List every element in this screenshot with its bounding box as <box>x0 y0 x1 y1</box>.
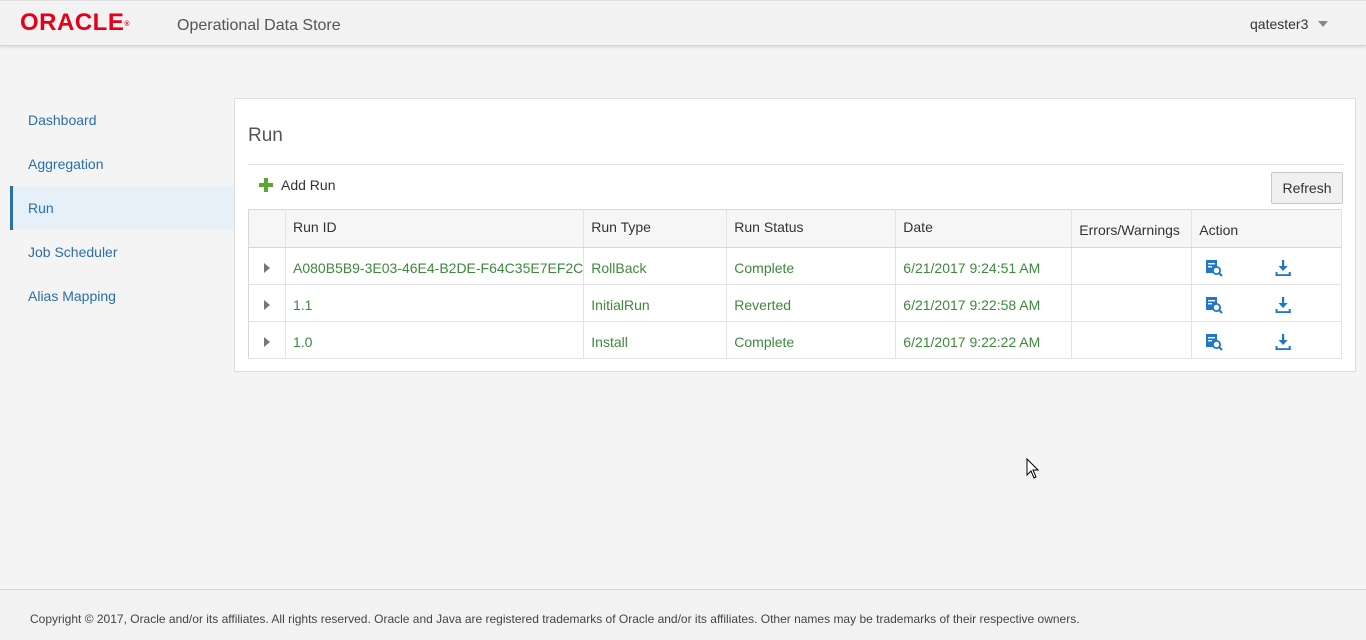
row-expander-cell <box>248 321 286 359</box>
runs-table: Run ID Run Type Run Status Date Errors/W… <box>248 209 1342 359</box>
date-cell: 6/21/2017 9:24:51 AM <box>895 247 1073 285</box>
errors-cell <box>1071 284 1193 322</box>
action-cell <box>1191 284 1342 322</box>
user-menu[interactable]: qatester3 <box>1250 16 1329 32</box>
run-status-cell: Reverted <box>726 284 897 322</box>
sidebar-item-job-scheduler[interactable]: Job Scheduler <box>10 230 234 274</box>
view-details-icon[interactable] <box>1205 333 1223 351</box>
chevron-down-icon <box>1318 21 1329 27</box>
title-divider <box>248 164 1344 165</box>
sidebar-nav: Dashboard Aggregation Run Job Scheduler … <box>10 98 234 318</box>
add-run-label: Add Run <box>281 177 336 193</box>
errors-cell <box>1071 321 1193 359</box>
sidebar-item-aggregation[interactable]: Aggregation <box>10 142 234 186</box>
row-expander-cell <box>248 284 286 322</box>
expand-arrow-icon[interactable] <box>264 299 270 310</box>
date-cell: 6/21/2017 9:22:22 AM <box>895 321 1073 359</box>
refresh-button[interactable]: Refresh <box>1271 172 1343 204</box>
app-header: ORACLE® Operational Data Store qatester3 <box>0 0 1366 46</box>
mouse-cursor-icon <box>1026 458 1040 479</box>
page-footer: Copyright © 2017, Oracle and/or its affi… <box>0 589 1366 640</box>
column-header-run-id[interactable]: Run ID <box>285 209 585 248</box>
run-type-cell: RollBack <box>583 247 728 285</box>
sidebar-item-run[interactable]: Run <box>10 186 234 230</box>
date-cell: 6/21/2017 9:22:58 AM <box>895 284 1073 322</box>
run-status-cell: Complete <box>726 321 897 359</box>
column-header-errors-warnings[interactable]: Errors/Warnings <box>1071 209 1193 248</box>
view-details-icon[interactable] <box>1205 296 1223 314</box>
expand-column-header <box>248 209 286 248</box>
table-row: A080B5B9-3E03-46E4-B2DE-F64C35E7EF2C Rol… <box>248 247 1342 285</box>
column-header-date[interactable]: Date <box>895 209 1073 248</box>
expand-arrow-icon[interactable] <box>264 336 270 347</box>
run-type-cell: Install <box>583 321 728 359</box>
run-type-cell: InitialRun <box>583 284 728 322</box>
view-details-icon[interactable] <box>1205 259 1223 277</box>
table-row: 1.0 Install Complete 6/21/2017 9:22:22 A… <box>248 321 1342 359</box>
username: qatester3 <box>1250 16 1309 32</box>
run-id-cell: 1.0 <box>285 321 585 359</box>
column-header-run-type[interactable]: Run Type <box>583 209 728 248</box>
table-header-row: Run ID Run Type Run Status Date Errors/W… <box>248 209 1342 248</box>
add-run-button[interactable]: Add Run <box>259 177 335 193</box>
run-panel: Run Add Run Refresh Run ID Run Type Run … <box>234 98 1356 372</box>
copyright-text: Copyright © 2017, Oracle and/or its affi… <box>30 612 1080 626</box>
page-title: Run <box>248 125 283 146</box>
oracle-logo[interactable]: ORACLE® <box>20 10 130 36</box>
sidebar-item-alias-mapping[interactable]: Alias Mapping <box>10 274 234 318</box>
column-header-run-status[interactable]: Run Status <box>726 209 897 248</box>
table-row: 1.1 InitialRun Reverted 6/21/2017 9:22:5… <box>248 284 1342 322</box>
download-icon[interactable] <box>1274 296 1292 314</box>
download-icon[interactable] <box>1274 259 1292 277</box>
errors-cell <box>1071 247 1193 285</box>
run-id-cell: 1.1 <box>285 284 585 322</box>
action-cell <box>1191 247 1342 285</box>
expand-arrow-icon[interactable] <box>264 262 270 273</box>
sidebar-item-dashboard[interactable]: Dashboard <box>10 98 234 142</box>
action-cell <box>1191 321 1342 359</box>
download-icon[interactable] <box>1274 333 1292 351</box>
row-expander-cell <box>248 247 286 285</box>
run-id-cell: A080B5B9-3E03-46E4-B2DE-F64C35E7EF2C <box>285 247 585 285</box>
plus-icon <box>259 178 273 192</box>
column-header-action: Action <box>1191 209 1342 248</box>
run-status-cell: Complete <box>726 247 897 285</box>
app-title: Operational Data Store <box>177 17 341 34</box>
